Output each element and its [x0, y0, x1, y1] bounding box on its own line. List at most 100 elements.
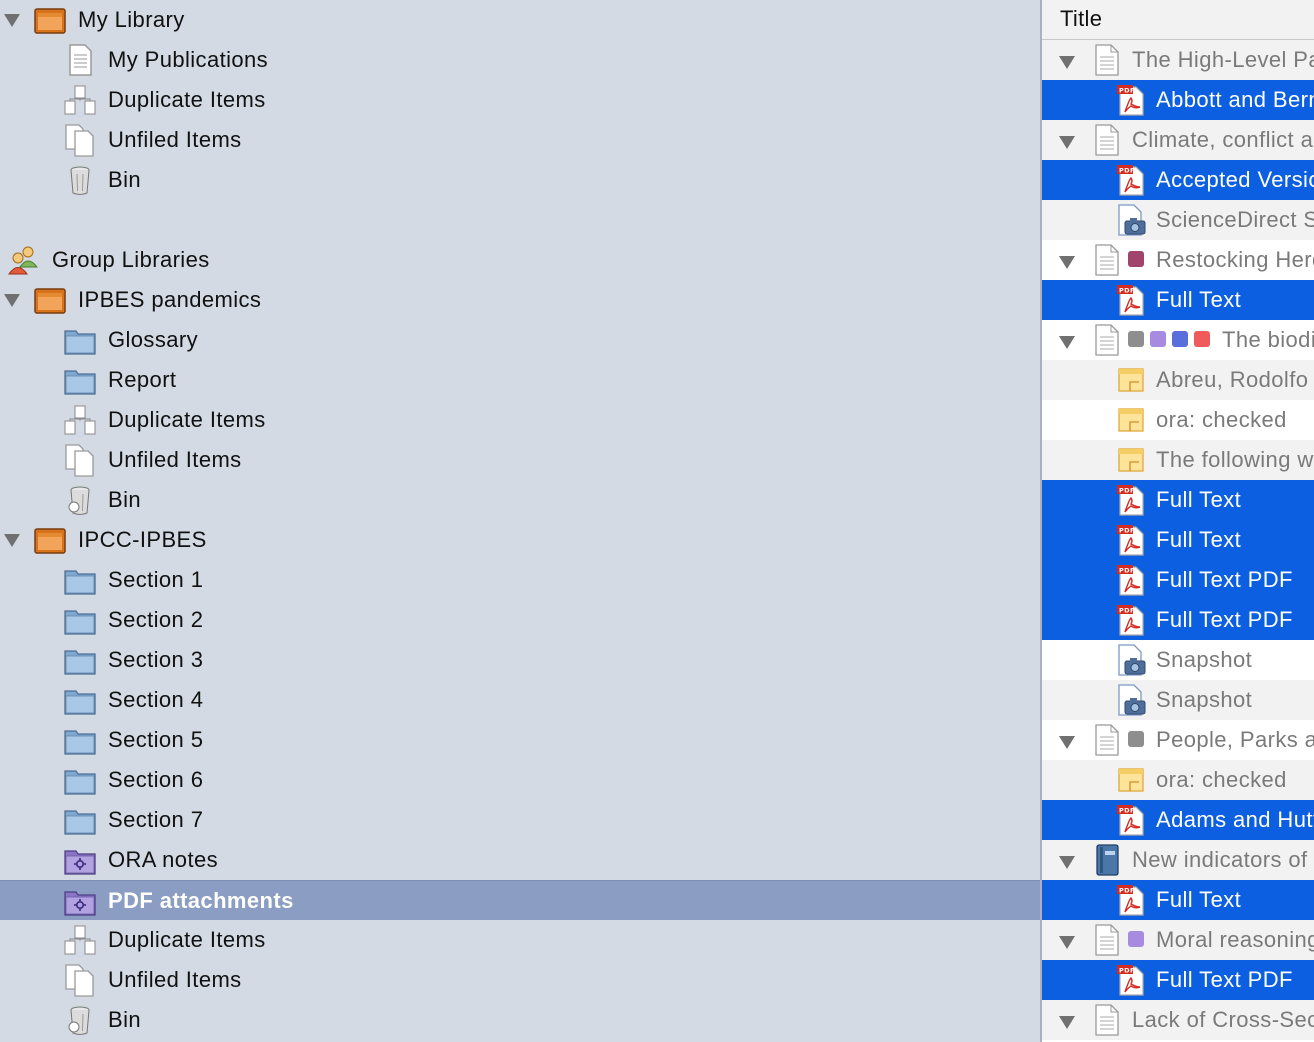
folder-icon: [63, 723, 97, 757]
attachment-row[interactable]: PDF Full Text PDF: [1042, 600, 1314, 640]
attachment-row[interactable]: PDF Accepted Version: [1042, 160, 1314, 200]
snapshot-icon: [1116, 684, 1146, 716]
tag-swatches: [1128, 331, 1210, 347]
collection-row-bin[interactable]: Bin: [0, 480, 1040, 520]
attachment-row[interactable]: ora: checked: [1042, 400, 1314, 440]
disclosure-triangle-icon[interactable]: [1058, 51, 1076, 69]
item-row[interactable]: Restocking Herds: [1042, 240, 1314, 280]
item-title: Full Text: [1156, 487, 1242, 512]
attachment-row[interactable]: Abreu, Rodolfo: [1042, 360, 1314, 400]
document-icon: [1092, 324, 1122, 356]
attachment-row[interactable]: ora: checked: [1042, 760, 1314, 800]
disclosure-triangle-icon[interactable]: [1058, 131, 1076, 149]
disclosure-triangle-icon[interactable]: [3, 9, 21, 27]
collection-row-section-6[interactable]: Section 6: [0, 760, 1040, 800]
item-row[interactable]: Lack of Cross-Sectoral: [1042, 1000, 1314, 1040]
collection-row-section-4[interactable]: Section 4: [0, 680, 1040, 720]
collection-row-section-1[interactable]: Section 1: [0, 560, 1040, 600]
collection-row-bin[interactable]: Bin: [0, 160, 1040, 200]
collection-row-pdf-attachments[interactable]: PDF attachments: [0, 880, 1040, 920]
collection-row-unfiled-items[interactable]: Unfiled Items: [0, 440, 1040, 480]
attachment-row[interactable]: ScienceDirect Snapshot: [1042, 200, 1314, 240]
collection-row-bin[interactable]: Bin: [0, 1000, 1040, 1040]
collection-row-duplicate-items[interactable]: Duplicate Items: [0, 400, 1040, 440]
library-icon: [33, 523, 67, 557]
note-icon: [1116, 404, 1146, 436]
disclosure-triangle-icon[interactable]: [3, 529, 21, 547]
attachment-row[interactable]: Snapshot: [1042, 640, 1314, 680]
collection-row-ora-notes[interactable]: ORA notes: [0, 840, 1040, 880]
attachment-row[interactable]: PDF Full Text: [1042, 280, 1314, 320]
library-icon: [33, 283, 67, 317]
attachment-row[interactable]: PDF Full Text: [1042, 480, 1314, 520]
collection-label: Section 3: [108, 647, 204, 672]
disclosure-triangle-icon[interactable]: [1058, 851, 1076, 869]
collection-row-section-3[interactable]: Section 3: [0, 640, 1040, 680]
item-row[interactable]: Climate, conflict and: [1042, 120, 1314, 160]
pdf-icon: PDF: [1116, 804, 1146, 836]
collection-row-my-publications[interactable]: My Publications: [0, 40, 1040, 80]
collection-row-ipcc-ipbes[interactable]: IPCC-IPBES: [0, 520, 1040, 560]
item-row[interactable]: The biodiversity: [1042, 320, 1314, 360]
item-title: Full Text: [1156, 527, 1242, 552]
duplicates-icon: [63, 83, 97, 117]
collection-label: Bin: [108, 487, 141, 512]
attachment-row[interactable]: PDF Full Text PDF: [1042, 960, 1314, 1000]
collection-label: Bin: [108, 167, 141, 192]
collection-row-group-libraries[interactable]: Group Libraries: [0, 240, 1040, 280]
item-row[interactable]: Moral reasoning: [1042, 920, 1314, 960]
pdf-icon: PDF: [1116, 884, 1146, 916]
collection-row-ipbes-pandemics[interactable]: IPBES pandemics: [0, 280, 1040, 320]
collection-label: PDF attachments: [108, 888, 294, 913]
tag-color-swatch: [1128, 731, 1144, 747]
collection-label: Group Libraries: [52, 247, 210, 272]
item-title: Snapshot: [1156, 647, 1253, 672]
collection-row-duplicate-items[interactable]: Duplicate Items: [0, 920, 1040, 960]
item-row[interactable]: People, Parks and: [1042, 720, 1314, 760]
item-title: Restocking Herds: [1156, 247, 1314, 272]
folder-icon: [63, 563, 97, 597]
attachment-row[interactable]: The following was: [1042, 440, 1314, 480]
collection-row-my-library[interactable]: My Library: [0, 0, 1040, 40]
item-title: Snapshot: [1156, 687, 1253, 712]
item-title: Lack of Cross-Sectoral: [1132, 1007, 1314, 1032]
attachment-row[interactable]: PDF Full Text: [1042, 520, 1314, 560]
collection-row-section-5[interactable]: Section 5: [0, 720, 1040, 760]
attachment-row[interactable]: PDF Abbott and Bernstein: [1042, 80, 1314, 120]
svg-text:PDF: PDF: [1119, 566, 1135, 574]
item-title: ScienceDirect Snapshot: [1156, 207, 1314, 232]
attachment-row[interactable]: PDF Full Text: [1042, 880, 1314, 920]
disclosure-triangle-icon[interactable]: [1058, 1011, 1076, 1029]
collection-row-unfiled-items[interactable]: Unfiled Items: [0, 120, 1040, 160]
bin-icon: [63, 163, 97, 197]
collection-label: Section 6: [108, 767, 204, 792]
svg-text:PDF: PDF: [1119, 966, 1135, 974]
svg-text:PDF: PDF: [1119, 286, 1135, 294]
attachment-row[interactable]: Snapshot: [1042, 680, 1314, 720]
collection-row-unfiled-items[interactable]: Unfiled Items: [0, 960, 1040, 1000]
disclosure-triangle-icon[interactable]: [1058, 931, 1076, 949]
note-icon: [1116, 364, 1146, 396]
disclosure-triangle-icon[interactable]: [1058, 731, 1076, 749]
item-row[interactable]: New indicators of: [1042, 840, 1314, 880]
item-title: Accepted Version: [1156, 167, 1314, 192]
folder-icon: [63, 643, 97, 677]
collection-row-duplicate-items[interactable]: Duplicate Items: [0, 80, 1040, 120]
collection-label: Duplicate Items: [108, 87, 266, 112]
item-row[interactable]: The High-Level Panel: [1042, 40, 1314, 80]
disclosure-triangle-icon[interactable]: [1058, 251, 1076, 269]
collection-row-section-7[interactable]: Section 7: [0, 800, 1040, 840]
collection-row-section-2[interactable]: Section 2: [0, 600, 1040, 640]
collection-label: My Library: [78, 7, 185, 32]
tag-color-swatch: [1172, 331, 1188, 347]
column-header-title[interactable]: Title: [1042, 0, 1314, 40]
disclosure-triangle-icon[interactable]: [3, 289, 21, 307]
collection-row-report[interactable]: Report: [0, 360, 1040, 400]
disclosure-triangle-icon[interactable]: [1058, 331, 1076, 349]
pdf-icon: PDF: [1116, 484, 1146, 516]
folder-icon: [63, 363, 97, 397]
attachment-row[interactable]: PDF Adams and Hutton: [1042, 800, 1314, 840]
attachment-row[interactable]: PDF Full Text PDF: [1042, 560, 1314, 600]
collection-row-glossary[interactable]: Glossary: [0, 320, 1040, 360]
snapshot-icon: [1116, 644, 1146, 676]
